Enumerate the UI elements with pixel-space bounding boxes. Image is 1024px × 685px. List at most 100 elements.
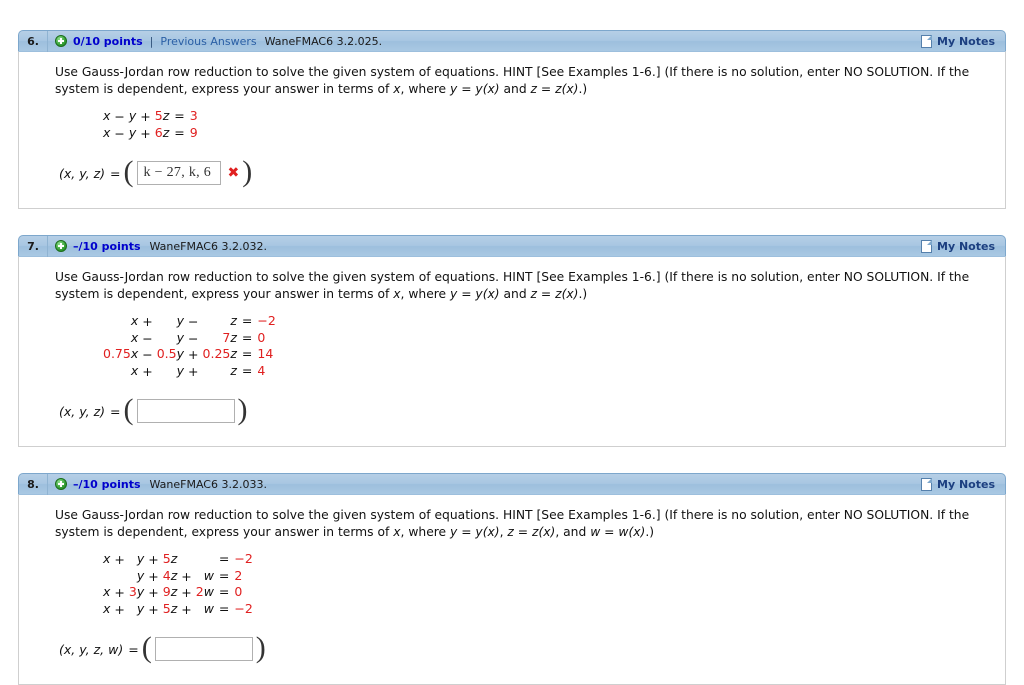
answer-tuple-label: (x, y, z, w) xyxy=(59,641,124,657)
header-right-group[interactable]: My Notes xyxy=(921,239,1005,253)
equation-term: y xyxy=(157,330,184,348)
term-variable: z xyxy=(230,362,237,378)
equation-operator: − xyxy=(188,314,199,329)
prompt-fn-w: w = w(x) xyxy=(590,525,646,539)
problem-number: 7. xyxy=(27,239,39,253)
term-variable: y xyxy=(136,567,145,583)
question-prompt: Use Gauss-Jordan row reduction to solve … xyxy=(55,507,991,541)
prompt-fn-y: y = y(x) xyxy=(450,82,500,96)
equation-term: 7z xyxy=(203,330,237,348)
equation-operator: + xyxy=(148,552,159,567)
equation-rhs: 0 xyxy=(257,329,266,345)
prompt-line-2d: and xyxy=(499,287,531,301)
equation-term: 2w xyxy=(195,584,214,602)
plus-circle-icon[interactable] xyxy=(55,35,67,47)
term-variable: z xyxy=(170,551,178,566)
my-notes-link[interactable]: My Notes xyxy=(937,35,995,48)
equation-term: x xyxy=(103,125,110,143)
equation-term: 5z xyxy=(154,108,170,126)
equation-term: y xyxy=(129,108,136,126)
points-label: –/10 points xyxy=(73,477,141,491)
equation-row: 0.75x −0.5y +0.25z = 14 xyxy=(103,346,276,364)
problem-header-7: 7. –/10 points WaneFMAC6 3.2.032. My Not… xyxy=(18,235,1006,257)
prompt-var-x: x xyxy=(393,525,401,539)
term-coefficient: 5 xyxy=(162,600,171,616)
equation-term xyxy=(103,569,110,586)
term-coefficient: 9 xyxy=(162,584,171,599)
open-paren: ( xyxy=(123,155,134,188)
equation-term: x xyxy=(103,108,110,126)
term-variable: z xyxy=(170,567,178,583)
answer-row: (x, y, z) = ( ) xyxy=(59,393,991,426)
my-notes-link[interactable]: My Notes xyxy=(937,478,995,491)
question-key: WaneFMAC6 3.2.033. xyxy=(149,477,267,491)
equation-term: y xyxy=(128,124,137,143)
equation-operator: − xyxy=(114,109,125,124)
incorrect-mark-icon: ✖ xyxy=(227,165,240,181)
term-coefficient: 2 xyxy=(195,584,204,599)
problem-body-8: Use Gauss-Jordan row reduction to solve … xyxy=(18,494,1006,685)
header-separator: | xyxy=(149,34,154,48)
equation-operator: − xyxy=(142,330,153,346)
term-coefficient: 5 xyxy=(154,108,163,123)
equation-equals: = xyxy=(174,108,185,123)
term-variable: y xyxy=(176,346,185,361)
question-prompt: Use Gauss-Jordan row reduction to solve … xyxy=(55,64,991,98)
equation-operator: + xyxy=(148,585,159,600)
equation-term: 0.5y xyxy=(157,346,185,364)
header-right-group[interactable]: My Notes xyxy=(921,34,1005,48)
problem-body-6: Use Gauss-Jordan row reduction to solve … xyxy=(18,51,1006,209)
equation-rhs: 3 xyxy=(189,108,198,123)
term-variable: y xyxy=(136,551,145,566)
term-coefficient: 4 xyxy=(162,567,171,583)
term-variable: x xyxy=(130,346,139,361)
assignment-page: 6. 0/10 points | Previous Answers WaneFM… xyxy=(0,0,1024,685)
header-right-group[interactable]: My Notes xyxy=(921,477,1005,491)
equation-term: x xyxy=(103,363,138,381)
term-variable: w xyxy=(203,600,214,616)
term-variable: z xyxy=(170,600,178,616)
equation-row: x − y −7z = 0 xyxy=(103,329,276,348)
equation-operator: + xyxy=(114,585,125,600)
equation-term: 3y xyxy=(129,584,144,602)
question-key: WaneFMAC6 3.2.032. xyxy=(149,239,267,253)
equation-term: 5z xyxy=(162,600,178,619)
equation-operator: + xyxy=(114,552,125,567)
equation-operator: − xyxy=(114,125,125,141)
equation-term: 4z xyxy=(162,567,178,586)
equation-system: x − y +5z = 3 x − y +6z = 9 xyxy=(103,108,198,143)
equation-operator: + xyxy=(142,314,153,329)
equation-operator xyxy=(177,552,195,569)
page-icon xyxy=(921,477,933,491)
term-variable: w xyxy=(203,567,214,583)
equation-operator: + xyxy=(188,347,199,362)
equation-row: y +4z + w = 2 xyxy=(103,567,253,586)
header-left-group: 0/10 points | Previous Answers WaneFMAC6… xyxy=(48,35,921,48)
my-notes-link[interactable]: My Notes xyxy=(937,240,995,253)
equation-operator: − xyxy=(142,347,153,362)
previous-answers-link[interactable]: Previous Answers xyxy=(160,35,256,48)
answer-input[interactable] xyxy=(154,637,253,661)
problem-block-8: 8. –/10 points WaneFMAC6 3.2.033. My Not… xyxy=(18,473,1006,685)
plus-circle-icon[interactable] xyxy=(55,240,67,252)
term-coefficient: 6 xyxy=(154,124,163,140)
prompt-line-2g: , and xyxy=(555,525,591,539)
term-variable: x xyxy=(130,313,139,328)
page-icon xyxy=(921,239,933,253)
equation-term: x xyxy=(103,601,110,619)
equation-equals: = xyxy=(241,329,253,345)
equation-equals: = xyxy=(241,313,253,328)
equation-term: x xyxy=(103,313,139,331)
term-variable: y xyxy=(128,124,137,140)
equation-term: z xyxy=(203,313,237,331)
term-coefficient: 5 xyxy=(162,551,171,566)
equation-term: 0.25z xyxy=(203,346,237,364)
close-paren: ) xyxy=(237,393,248,426)
answer-input[interactable]: k − 27, k, 6 xyxy=(136,161,221,185)
term-variable: z xyxy=(230,313,237,328)
equation-term: y xyxy=(129,601,144,619)
plus-circle-icon[interactable] xyxy=(55,478,67,490)
equation-term: y xyxy=(157,313,184,331)
answer-input[interactable] xyxy=(136,399,235,423)
equation-operator: + xyxy=(140,125,151,141)
